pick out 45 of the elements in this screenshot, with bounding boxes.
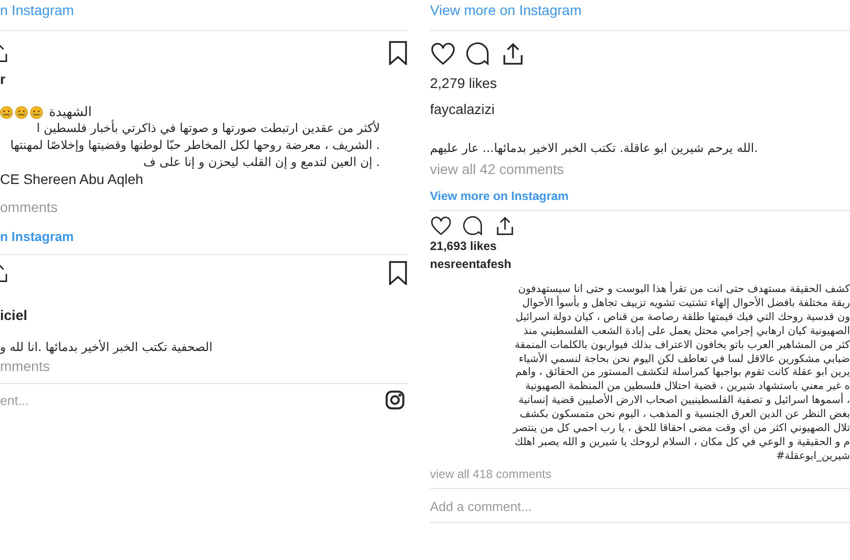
heart-icon[interactable] xyxy=(430,41,456,67)
crying-face-icon xyxy=(30,106,43,119)
caption-line: ، أسموها اسرائيل و تصفية الفلسطينيين اصحاب الارض الأصليين قضية إنسانية xyxy=(518,394,850,408)
comment-field[interactable]: Add a comment... xyxy=(430,496,630,516)
caption-line: بغض النظر عن الدين العرق الجنسية و المذهب ، اليوم نحن متمسكون بكشف xyxy=(520,408,850,422)
caption-line: تلال الصهيوني اكثر من اي وقت مضى احقاقا للحق ، يا رب احمي كل من ينتصر xyxy=(513,422,850,436)
username[interactable]: nesreentafesh xyxy=(430,257,512,271)
caption-line: م و الحقيقية و الوعي في كل مكان ، السلام لروحك يا شيرين و الله يصبر اهلك xyxy=(514,436,850,450)
caption-line: ه غير معني باستشهاد شيرين ، قضية احتلال فلسطين من المنظمة الصهيونية xyxy=(525,380,850,392)
comment-icon[interactable] xyxy=(465,41,491,67)
caption-line: ون قدسية روحك التي فيك قيمتها طلقة رصاصة من قناص ، كيان دولة اسرائيل xyxy=(515,310,850,325)
crying-face-icon xyxy=(0,106,13,119)
caption: .الله يرحم شيرين ابو عاقلة. تكتب الخبر الاخير بدمائها... عار عليهم xyxy=(430,141,758,155)
view-more-link[interactable]: View more on Instagram xyxy=(430,2,582,18)
caption-line: ضبابي مشكورين عالاقل لسا في تعاطف لكن اليوم نحن بحاجة لنسمي الأشياء xyxy=(518,352,850,366)
username[interactable]: faycalazizi xyxy=(430,101,495,117)
caption-line: الصهيونية كيان ارهابي إجرامي محتل يعمل على إبادة الشعب الفلسطيني منذ xyxy=(523,324,850,339)
comment-field[interactable]: ent... xyxy=(0,390,120,410)
bookmark-icon[interactable] xyxy=(388,41,408,65)
view-more-link[interactable]: View more on Instagram xyxy=(430,189,568,203)
caption-title: الشهيدة xyxy=(49,105,92,120)
comments-link[interactable]: view all 418 comments xyxy=(430,466,552,481)
heart-icon[interactable] xyxy=(430,215,452,237)
caption-line: لأكثر من عقدين ارتبطت صورتها و صوتها في ذاكرتي بأخبار فلسطين ا xyxy=(36,120,381,137)
caption-line: كثر من المشاهير العرب باتو يخافون الاعتراف بذلك فيواربون بالكلمات المنمقة xyxy=(514,338,850,352)
caption-line: . إن العين لتدمع و إن القلب ليحزن و إنا على ف xyxy=(142,154,381,171)
view-more-link[interactable]: n Instagram xyxy=(0,229,74,244)
comment-icon[interactable] xyxy=(462,215,484,237)
username[interactable]: iciel xyxy=(0,307,28,323)
view-more-link[interactable]: n Instagram xyxy=(0,2,74,18)
caption-line: يرين ابو عقلة كانت تقوم بواجبها كمراسلة لتكشف المستور من الحقائق ، واهم xyxy=(515,366,850,380)
crying-face-icon xyxy=(15,106,28,119)
bookmark-icon[interactable] xyxy=(388,261,408,285)
caption-line: ريقة مختلفة بافضل الأحوال إلهاء تشتيت تشويه تزييف تجاهل و بأسوأ الأحوال xyxy=(522,296,850,311)
camera-icon[interactable] xyxy=(385,390,405,410)
likes-count: 21,693 likes xyxy=(430,239,497,253)
likes-count: 2,279 likes xyxy=(430,75,497,91)
comments-link[interactable]: mments xyxy=(0,358,50,374)
caption-line: CE Shereen Abu Aqleh xyxy=(0,171,144,187)
comments-link[interactable]: view all 42 comments xyxy=(430,161,564,177)
caption-line: كشف الحقيقة مستهدف حتى انت من تقرأ هذا البوست و حتى انا سيستهدفون xyxy=(518,283,850,295)
username[interactable]: r xyxy=(0,71,6,87)
comments-link[interactable]: omments xyxy=(0,199,58,215)
caption-line: . الشريف ، معرضة روحها لكل المخاطر حبّا لوطنها وقضيتها وإخلاصًا لمهنتها xyxy=(9,137,381,154)
caption-line: شيرين_ابوعقلة# xyxy=(776,450,850,464)
